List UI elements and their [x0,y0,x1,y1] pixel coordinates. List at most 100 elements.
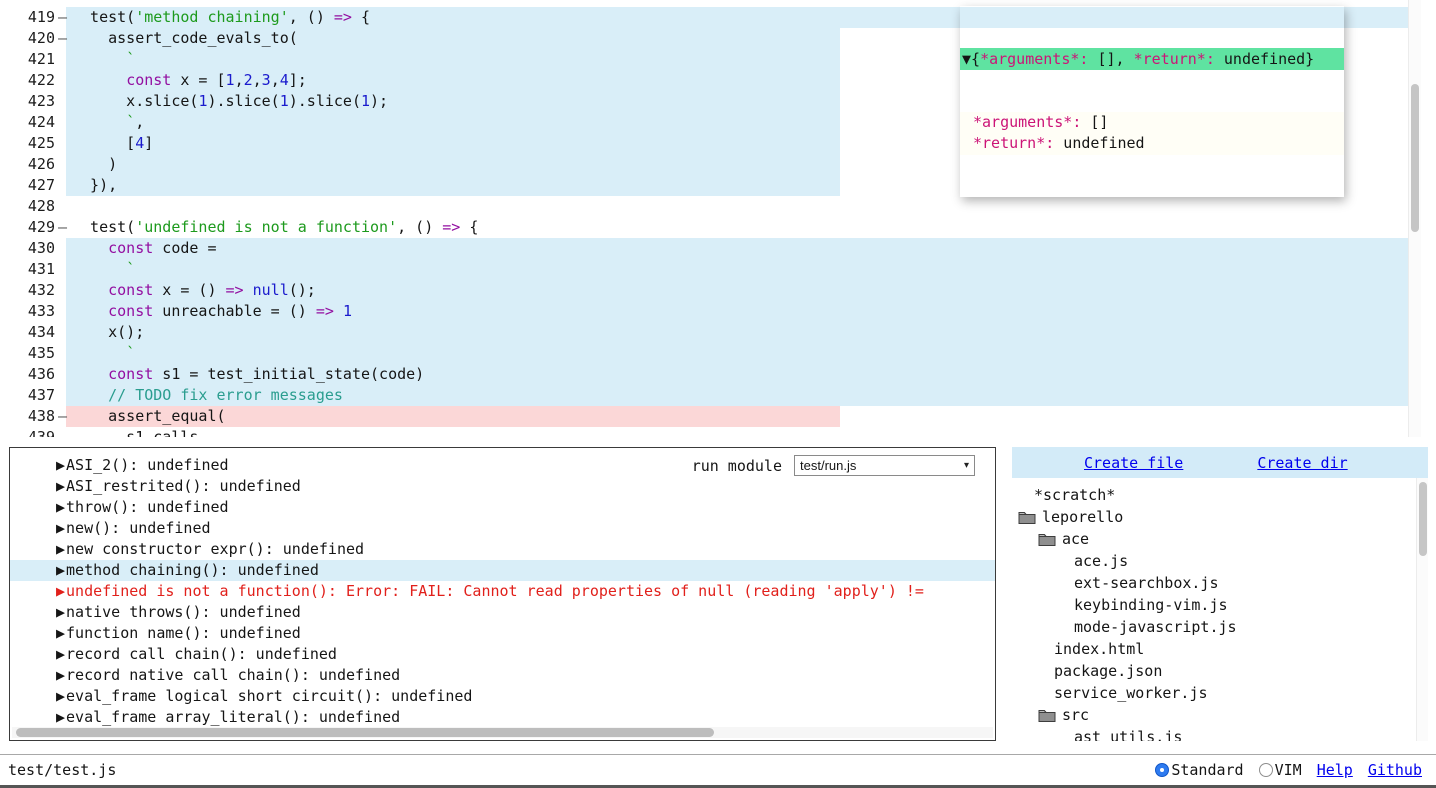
code-token[interactable]: unreachable = () [153,302,316,320]
code-token[interactable] [72,386,108,404]
scrollbar-thumb[interactable] [1411,84,1419,232]
code-token[interactable]: const [126,71,171,89]
code-token[interactable]: x.slice( [72,92,198,110]
file-tree-item[interactable]: ast_utils.js [1012,726,1415,741]
code-token[interactable] [72,302,108,320]
code-token[interactable]: => [334,8,352,26]
create-dir-link[interactable]: Create dir [1257,454,1347,472]
fold-marker[interactable]: – [58,406,67,427]
output-horizontal-scrollbar[interactable] [12,727,993,738]
code-token[interactable] [72,344,126,362]
code-token[interactable] [72,50,126,68]
code-token[interactable]: s1 = test_initial_state(code) [153,365,424,383]
code-token[interactable]: ); [370,92,388,110]
code-token[interactable]: , [271,71,280,89]
file-tree-item[interactable]: ext-searchbox.js [1012,572,1415,594]
code-token[interactable]: , [253,71,262,89]
file-tree-item[interactable]: ace.js [1012,550,1415,572]
code-token[interactable]: 4 [135,134,144,152]
call-result-row[interactable]: ▶new(): undefined [10,518,995,539]
keybinding-standard-option[interactable]: Standard [1155,761,1243,779]
code-line[interactable]: 437 // TODO fix error messages [0,385,1436,406]
file-tree-item[interactable]: package.json [1012,660,1415,682]
code-token[interactable]: ]; [289,71,307,89]
code-token[interactable]: 1 [226,71,235,89]
code-line[interactable]: 436 const s1 = test_initial_state(code) [0,364,1436,385]
code-line[interactable]: 434 x(); [0,322,1436,343]
fold-marker[interactable]: – [58,217,67,238]
editor-vertical-scrollbar[interactable] [1408,0,1421,437]
file-tree-item[interactable]: keybinding-vim.js [1012,594,1415,616]
keybinding-vim-option[interactable]: VIM [1259,761,1302,779]
code-text[interactable]: assert_equal( [72,406,1436,427]
code-token[interactable]: (); [289,281,316,299]
call-result-row[interactable]: ▶native throws(): undefined [10,602,995,623]
call-result-row[interactable]: ▶undefined is not a function(): Error: F… [10,581,995,602]
code-token[interactable]: { [460,218,478,236]
code-token[interactable]: ) [72,155,117,173]
code-token[interactable]: const [108,281,153,299]
help-link[interactable]: Help [1317,761,1353,779]
expand-icon[interactable]: ▶ [56,708,65,726]
expand-icon[interactable]: ▶ [56,687,65,705]
code-token[interactable]: , [135,113,144,131]
code-token[interactable] [72,365,108,383]
code-token[interactable]: => [442,218,460,236]
code-token[interactable]: 4 [280,71,289,89]
code-line[interactable]: 430 const code = [0,238,1436,259]
call-result-row[interactable]: ▶throw(): undefined [10,497,995,518]
radio-standard[interactable] [1155,763,1169,777]
expand-icon[interactable]: ▶ [56,540,65,558]
code-token[interactable]: 1 [361,92,370,110]
file-tree-item[interactable]: *scratch* [1012,484,1415,506]
code-token[interactable]: s1.calls [72,428,198,437]
create-file-link[interactable]: Create file [1084,454,1183,472]
code-token[interactable]: const [108,302,153,320]
file-tree-item[interactable]: service_worker.js [1012,682,1415,704]
file-tree-item[interactable]: mode-javascript.js [1012,616,1415,638]
code-token[interactable]: 2 [244,71,253,89]
code-token[interactable]: // TODO fix error messages [108,386,343,404]
code-token[interactable]: , [235,71,244,89]
files-vertical-scrollbar[interactable] [1416,478,1428,741]
code-token[interactable]: { [352,8,370,26]
call-result-row[interactable]: ▶eval_frame logical short circuit(): und… [10,686,995,707]
code-token[interactable]: ` [126,260,135,278]
code-token[interactable]: }), [72,176,117,194]
expand-icon[interactable]: ▶ [56,645,65,663]
file-tree-item[interactable]: ace [1012,528,1415,550]
code-token[interactable]: ` [126,344,135,362]
expand-icon[interactable]: ▶ [56,519,65,537]
code-text[interactable]: ` [72,259,1436,280]
code-line[interactable]: 431 ` [0,259,1436,280]
code-token[interactable]: 'method chaining' [135,8,289,26]
code-text[interactable]: const unreachable = () => 1 [72,301,1436,322]
code-line[interactable]: 439 s1.calls [0,427,1436,437]
code-line[interactable]: 429– test('undefined is not a function',… [0,217,1436,238]
tooltip-header[interactable]: ▼{*arguments*: [], *return*: undefined} [960,48,1344,70]
code-token[interactable]: => [316,302,334,320]
code-text[interactable]: const code = [72,238,1436,259]
file-tree-item[interactable]: src [1012,704,1415,726]
code-text[interactable]: const x = () => null(); [72,280,1436,301]
radio-vim[interactable] [1259,763,1273,777]
code-token[interactable]: 1 [343,302,352,320]
module-select[interactable]: test/run.js ▾ [794,455,975,476]
code-token[interactable]: 1 [280,92,289,110]
code-token[interactable] [72,113,126,131]
code-text[interactable]: const s1 = test_initial_state(code) [72,364,1436,385]
code-token[interactable] [334,302,343,320]
code-editor[interactable]: 419– test('method chaining', () => {420–… [0,0,1436,437]
fold-marker[interactable]: – [58,7,67,28]
code-line[interactable]: 428 [0,196,1436,217]
github-link[interactable]: Github [1368,761,1422,779]
code-text[interactable]: ` [72,343,1436,364]
expand-icon[interactable]: ▶ [56,582,65,600]
code-token[interactable]: , () [289,8,334,26]
code-line[interactable]: 438– assert_equal( [0,406,1436,427]
call-result-row[interactable]: ▶function name(): undefined [10,623,995,644]
expand-icon[interactable]: ▶ [56,477,65,495]
expand-icon[interactable]: ▶ [56,498,65,516]
code-line[interactable]: 435 ` [0,343,1436,364]
code-line[interactable]: 433 const unreachable = () => 1 [0,301,1436,322]
